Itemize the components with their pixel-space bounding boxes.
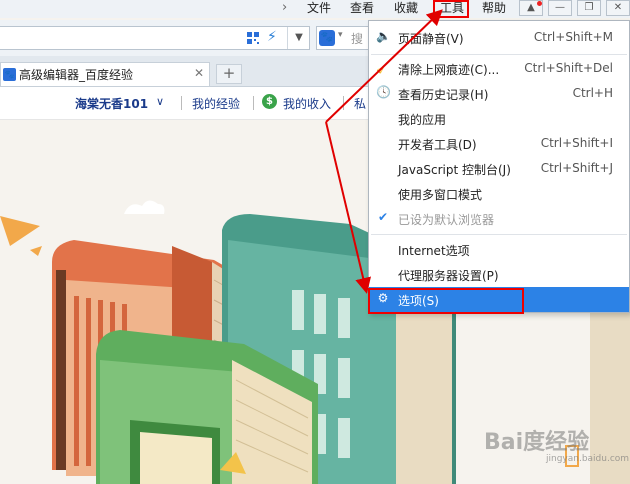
clock-icon: 🕓: [376, 85, 391, 99]
my-income-link[interactable]: 我的收入: [283, 95, 331, 112]
qr-code-icon[interactable]: [247, 32, 259, 44]
menu-bar: › 文件 查看 收藏 工具 帮助 ▲ — ❐ ✕: [0, 0, 630, 18]
menu-item-shortcut: Ctrl+Shift+J: [540, 161, 613, 175]
baidu-paw-icon[interactable]: 🐾: [319, 30, 335, 46]
menu-item-view-history[interactable]: 🕓 查看历史记录(H) Ctrl+H: [369, 81, 629, 106]
menu-item-shortcut: Ctrl+Shift+M: [533, 30, 613, 44]
menu-item-label: 已设为默认浏览器: [398, 213, 495, 227]
menu-separator: [371, 234, 627, 235]
search-box[interactable]: 🐾 ▾ 搜: [316, 26, 376, 50]
menu-item-internet-options[interactable]: Internet选项: [369, 237, 629, 262]
tools-highlight-box: [433, 0, 469, 18]
new-tab-button[interactable]: +: [216, 64, 242, 84]
search-engine-caret-icon[interactable]: ▾: [338, 30, 343, 40]
tab-close-icon[interactable]: ✕: [194, 66, 204, 80]
menu-item-mute-page[interactable]: 🔈 页面静音(V) Ctrl+Shift+M: [369, 25, 629, 50]
menu-item-label: 开发者工具(D): [398, 138, 477, 152]
tab-title: 高级编辑器_百度经验: [19, 68, 134, 82]
minimize-button[interactable]: —: [548, 0, 572, 16]
menu-item-label: 我的应用: [398, 113, 447, 127]
menu-item-clear-history[interactable]: 🧹 清除上网痕迹(C)... Ctrl+Shift+Del: [369, 56, 629, 81]
checkmark-icon: ✔: [377, 210, 389, 224]
menu-view[interactable]: 查看: [350, 0, 374, 18]
menu-item-label: 页面静音(V): [398, 32, 464, 46]
nav-divider: [181, 96, 182, 110]
address-dropdown-button[interactable]: ▼: [287, 27, 310, 49]
private-link[interactable]: 私: [354, 95, 366, 112]
menu-item-label: Internet选项: [398, 244, 470, 258]
menu-favorites[interactable]: 收藏: [394, 0, 418, 18]
notification-dot: [537, 1, 542, 6]
menu-item-label: 清除上网痕迹(C)...: [398, 63, 500, 77]
nav-divider: [343, 96, 344, 110]
baidu-jingyan-watermark: Bai度经验: [484, 430, 590, 455]
speaker-icon: 🔈: [376, 29, 391, 43]
restore-button[interactable]: ❐: [577, 0, 601, 16]
menu-overflow-arrow[interactable]: ›: [282, 0, 287, 15]
menu-item-shortcut: Ctrl+Shift+Del: [524, 61, 613, 75]
coin-icon: $: [262, 94, 277, 109]
baidu-favicon-icon: 🐾: [3, 68, 16, 81]
menu-item-proxy-settings[interactable]: 代理服务器设置(P): [369, 262, 629, 287]
user-caret-icon[interactable]: ∨: [156, 95, 164, 108]
address-bar[interactable]: ⚡ ▼: [0, 26, 310, 50]
user-name-link[interactable]: 海棠无香101: [75, 95, 148, 112]
menu-item-js-console[interactable]: JavaScript 控制台(J) Ctrl+Shift+J: [369, 156, 629, 181]
tab-baidu-jingyan[interactable]: 🐾 高级编辑器_百度经验 ✕: [0, 62, 210, 86]
menu-help[interactable]: 帮助: [482, 0, 506, 18]
broom-icon: 🧹: [376, 60, 391, 74]
options-highlight-box: [368, 288, 524, 314]
tools-dropdown-menu: 🔈 页面静音(V) Ctrl+Shift+M 🧹 清除上网痕迹(C)... Ct…: [368, 20, 630, 313]
menu-item-label: 使用多窗口模式: [398, 188, 483, 202]
menu-file[interactable]: 文件: [307, 0, 331, 18]
close-window-button[interactable]: ✕: [606, 0, 630, 16]
menu-item-label: 查看历史记录(H): [398, 88, 489, 102]
menu-item-label: JavaScript 控制台(J): [398, 163, 511, 177]
search-placeholder: 搜: [351, 32, 364, 46]
watermark-url: jingyan.baidu.com: [546, 454, 630, 464]
menu-item-default-browser: ✔ 已设为默认浏览器: [369, 206, 629, 231]
menu-item-label: 代理服务器设置(P): [398, 269, 499, 283]
menu-item-shortcut: Ctrl+H: [572, 86, 613, 100]
menu-separator: [371, 54, 627, 55]
lightning-icon[interactable]: ⚡: [267, 29, 277, 45]
menu-item-shortcut: Ctrl+Shift+I: [540, 136, 613, 150]
menu-item-dev-tools[interactable]: 开发者工具(D) Ctrl+Shift+I: [369, 131, 629, 156]
menu-item-my-apps[interactable]: 我的应用: [369, 106, 629, 131]
menu-item-multi-window[interactable]: 使用多窗口模式: [369, 181, 629, 206]
my-experience-link[interactable]: 我的经验: [192, 95, 240, 112]
chevron-down-icon: ▼: [295, 32, 303, 43]
nav-divider: [253, 96, 254, 110]
